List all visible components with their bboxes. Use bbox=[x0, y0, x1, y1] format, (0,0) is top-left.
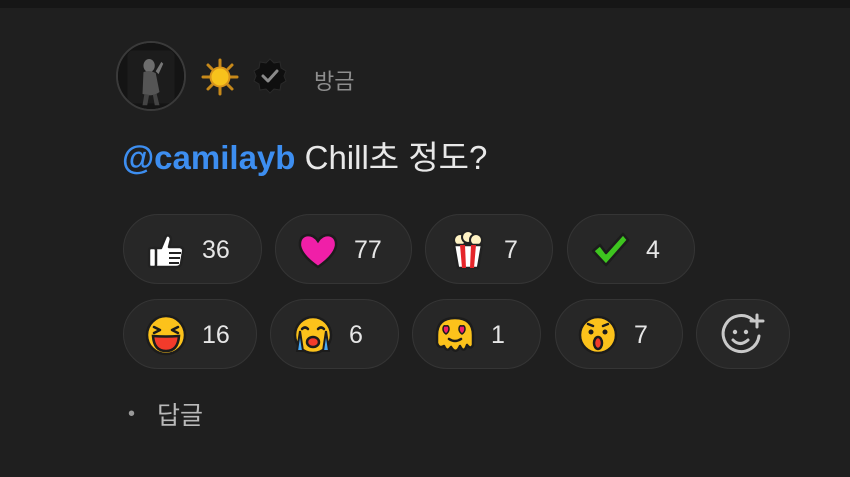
melting-heart-eyes-icon bbox=[435, 316, 475, 352]
reaction-count: 1 bbox=[491, 321, 505, 349]
reply-label: 답글 bbox=[157, 402, 204, 430]
checkmark-icon bbox=[591, 232, 630, 267]
top-bar bbox=[0, 0, 850, 8]
verified-badge-icon bbox=[251, 57, 289, 95]
surprised-face-icon bbox=[578, 315, 618, 355]
reaction-count: 6 bbox=[349, 321, 363, 349]
comment-text: @camilayb Chill초 정도? bbox=[122, 131, 487, 179]
reaction-surprised[interactable]: 7 bbox=[555, 299, 683, 369]
reaction-laughing[interactable]: 16 bbox=[123, 299, 257, 369]
reaction-count: 7 bbox=[504, 236, 518, 264]
avatar[interactable] bbox=[116, 41, 186, 111]
sun-icon bbox=[201, 58, 239, 96]
heart-icon bbox=[298, 233, 338, 269]
popcorn-icon bbox=[452, 230, 484, 270]
reaction-heart[interactable]: 77 bbox=[275, 214, 412, 284]
timestamp: 방금 bbox=[314, 69, 355, 94]
add-reaction-button[interactable] bbox=[696, 299, 790, 369]
reaction-count: 7 bbox=[634, 321, 648, 349]
reaction-crying[interactable]: 6 bbox=[270, 299, 399, 369]
add-reaction-icon bbox=[721, 313, 765, 354]
mention-link[interactable]: @camilayb bbox=[122, 139, 295, 176]
reaction-popcorn[interactable]: 7 bbox=[425, 214, 553, 284]
thumbs-up-icon bbox=[147, 234, 185, 269]
comment-body: Chill초 정도? bbox=[295, 139, 488, 176]
reaction-melting-heart-eyes[interactable]: 1 bbox=[412, 299, 541, 369]
laughing-face-icon bbox=[145, 314, 187, 356]
reaction-count: 36 bbox=[202, 236, 230, 264]
reaction-thumbs-up[interactable]: 36 bbox=[123, 214, 262, 284]
reaction-count: 4 bbox=[646, 236, 660, 264]
reaction-count: 77 bbox=[354, 236, 382, 264]
crying-face-icon bbox=[293, 315, 333, 355]
reaction-count: 16 bbox=[202, 321, 230, 349]
bullet-dot: • bbox=[128, 402, 136, 425]
reaction-checkmark[interactable]: 4 bbox=[567, 214, 695, 284]
reply-button[interactable]: • 답글 bbox=[128, 396, 203, 432]
